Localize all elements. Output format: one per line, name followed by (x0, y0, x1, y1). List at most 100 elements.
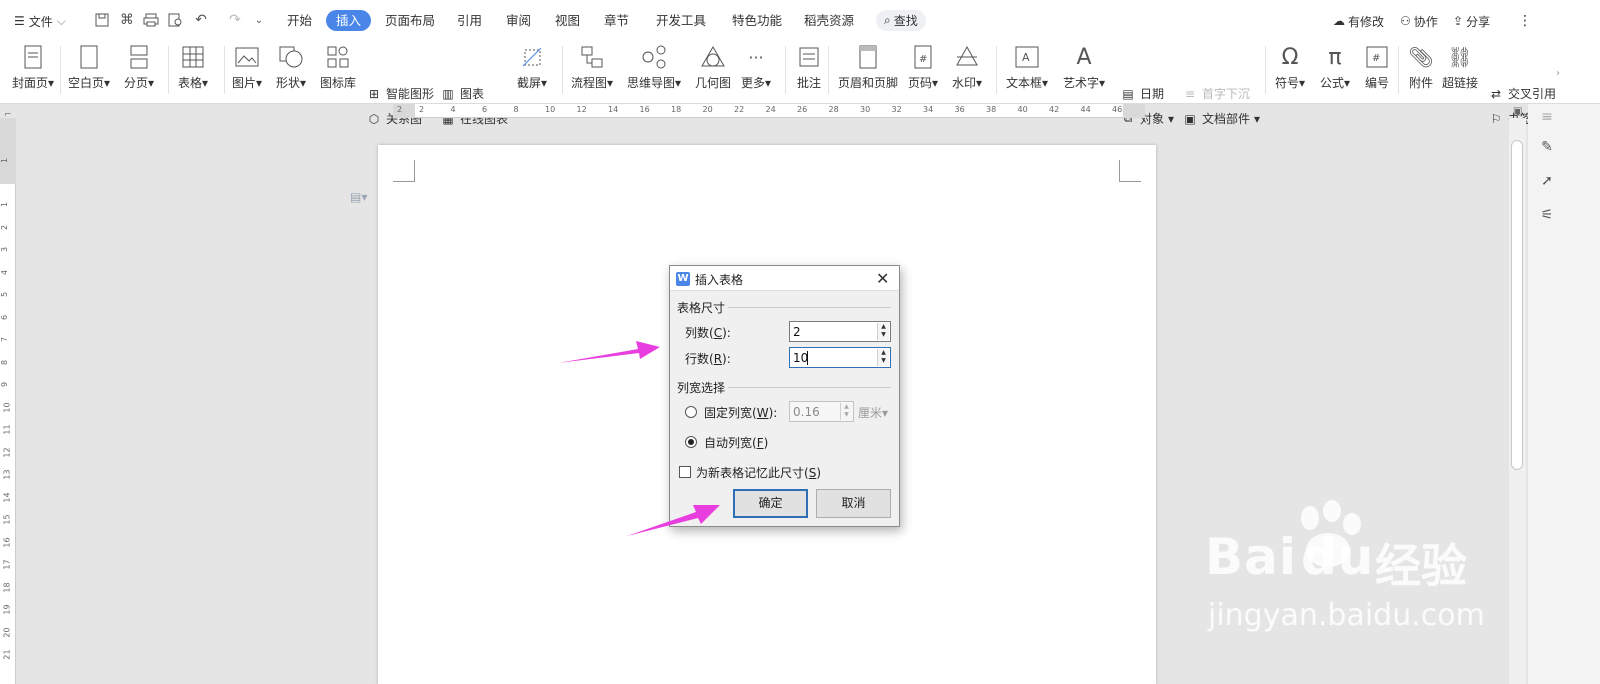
tab-insert[interactable]: 插入 (326, 10, 372, 31)
horizontal-ruler[interactable]: 2 2 4 6 8 10 12 14 16 18 20 22 24 26 28 30 32 34 36 38 40 42 4… (393, 104, 1145, 118)
share-button[interactable]: ⇪ 分享 (1453, 11, 1490, 31)
table-button[interactable]: 表格▾ (178, 40, 208, 91)
more-options-icon[interactable]: ⋮ (1518, 11, 1532, 31)
textbox-button[interactable]: A 文本框▾ (1006, 40, 1048, 91)
annotation-arrow-rows (558, 341, 660, 363)
undo-icon[interactable]: ↶ (192, 11, 210, 29)
ribbon-divider (828, 46, 829, 94)
ruler-tick-label: 6 (482, 105, 488, 114)
screenshot-button[interactable]: 截屏▾ (517, 40, 547, 91)
tab-special[interactable]: 特色功能 (722, 10, 792, 31)
ruler-tick-label: 40 (1017, 105, 1028, 114)
cover-page-button[interactable]: 封面页▾ (12, 40, 54, 91)
fixed-width-radio[interactable] (685, 406, 697, 418)
tab-developer[interactable]: 开发工具 (646, 10, 716, 31)
auto-width-radio[interactable] (685, 436, 697, 448)
spin-down-icon[interactable]: ▼ (878, 357, 889, 365)
dropcap-button[interactable]: ≡ 首字下沉 (1182, 85, 1250, 102)
attachment-button[interactable]: 📎︎ 附件 (1408, 40, 1434, 91)
table-size-group-label: 表格尺寸 (677, 301, 726, 315)
scrollbar-thumb[interactable] (1511, 140, 1523, 470)
tab-home[interactable]: 开始 (277, 10, 322, 31)
ruler-tick-label: 7 (0, 336, 10, 343)
print-preview-icon[interactable] (167, 11, 185, 29)
close-icon[interactable]: ✕ (876, 269, 889, 288)
annotation-arrow-ok (627, 505, 720, 536)
tab-references[interactable]: 引用 (447, 10, 492, 31)
wordart-button[interactable]: A 艺术字▾ (1063, 40, 1105, 91)
tab-section[interactable]: 章节 (594, 10, 639, 31)
panel-menu-icon[interactable]: ≡ (1538, 108, 1556, 126)
spin-down-icon[interactable]: ▼ (841, 411, 852, 419)
picture-button[interactable]: 图片▾ (232, 40, 262, 91)
unit-select[interactable]: 厘米▾ (858, 404, 888, 421)
comment-button[interactable]: 批注 (796, 40, 822, 91)
cancel-button[interactable]: 取消 (816, 489, 891, 518)
tab-docer[interactable]: 稻壳资源 (794, 10, 864, 31)
date-button[interactable]: ▤ 日期 (1120, 85, 1164, 102)
format-painter-icon[interactable]: ⌘ (118, 11, 136, 29)
column-width-group-label: 列宽选择 (677, 381, 726, 395)
modified-button[interactable]: ☁ 有修改 (1333, 11, 1384, 31)
hyperlink-button[interactable]: ⛓︎ 超链接 (1442, 40, 1478, 91)
blank-page-button[interactable]: 空白页▾ (68, 40, 110, 91)
chart-button[interactable]: ▥ 图表 (440, 85, 484, 102)
numbering-button[interactable]: # 编号 (1364, 40, 1390, 91)
chevron-down-icon: ⌵ (56, 13, 66, 28)
pi-icon: π (1328, 44, 1342, 70)
flowchart-button[interactable]: 流程图▾ (571, 40, 613, 91)
spin-up-icon[interactable]: ▲ (878, 349, 889, 357)
geometry-button[interactable]: 几何图 (695, 40, 731, 91)
pen-icon[interactable]: ✎ (1538, 138, 1556, 156)
settings-sliders-icon[interactable]: ⚟ (1538, 206, 1556, 224)
vertical-ruler[interactable]: 1 1 2 3 4 5 6 7 8 9 10 11 12 13 14 15 16 17 18 19 20 21 (0, 118, 16, 684)
watermark-button[interactable]: 水印▾ (952, 40, 982, 91)
ruler-tick-label: 10 (2, 401, 12, 413)
file-menu[interactable]: ☰ 文件 ⌵ (14, 11, 66, 31)
spin-up-icon[interactable]: ▲ (878, 323, 889, 331)
crossref-button[interactable]: ⇄ 交叉引用 (1488, 85, 1556, 102)
ribbon-scroll-right-icon[interactable]: › (1556, 48, 1566, 100)
comment-icon (796, 44, 822, 70)
print-icon[interactable] (142, 11, 160, 29)
formula-button[interactable]: π 公式▾ (1320, 40, 1350, 91)
docpart-button[interactable]: ▣ 文档部件 ▾ (1182, 110, 1260, 127)
bookmark-icon: ⚐ (1490, 111, 1502, 126)
customize-chevron-icon[interactable]: ⌄ (250, 11, 268, 29)
crossref-icon: ⇄ (1490, 86, 1502, 101)
spin-up-icon[interactable]: ▲ (841, 403, 852, 411)
collab-button[interactable]: ⚇ 协作 (1400, 11, 1438, 31)
ruler-tick-label: 20 (2, 626, 12, 638)
watermark-brand: Baidu (1205, 528, 1375, 586)
header-footer-button[interactable]: 页眉和页脚 (838, 40, 898, 91)
redo-icon[interactable]: ↷ (226, 11, 244, 29)
user-icon: ⚇ (1400, 14, 1411, 28)
shape-button[interactable]: 形状▾ (276, 40, 306, 91)
ruler-tick-label: 10 (545, 105, 556, 114)
paragraph-options-icon[interactable]: ▤▾ (350, 190, 367, 204)
dropcap-icon: ≡ (1184, 86, 1196, 101)
smartart-button[interactable]: ⊞ 智能图形 (366, 85, 434, 102)
tab-view[interactable]: 视图 (545, 10, 590, 31)
page-number-button[interactable]: # 页码▾ (908, 40, 938, 91)
more-button[interactable]: ··· 更多▾ (741, 40, 771, 91)
rows-stepper[interactable]: 10 ▲ ▼ (789, 347, 891, 368)
table-icon (180, 44, 206, 70)
ribbon-divider (1398, 46, 1399, 94)
spin-down-icon[interactable]: ▼ (878, 331, 889, 339)
fixed-width-input[interactable]: 0.16 ▲ ▼ (789, 401, 854, 422)
cursor-icon[interactable]: ➚ (1538, 172, 1556, 190)
icon-library-button[interactable]: 图标库 (320, 40, 356, 91)
tab-review[interactable]: 审阅 (496, 10, 541, 31)
ribbon-divider (224, 46, 225, 94)
mindmap-button[interactable]: 思维导图▾ (627, 40, 681, 91)
columns-stepper[interactable]: 2 ▲ ▼ (789, 321, 891, 342)
tab-page-layout[interactable]: 页面布局 (375, 10, 445, 31)
save-icon[interactable] (93, 11, 111, 29)
search-box[interactable]: ⌕ 查找 (876, 10, 926, 31)
page-break-button[interactable]: 分页▾ (124, 40, 154, 91)
remember-size-checkbox[interactable] (679, 466, 691, 478)
scroll-top-icon[interactable]: ▣ (1513, 106, 1522, 117)
ok-button[interactable]: 确定 (733, 489, 808, 518)
symbol-button[interactable]: Ω 符号▾ (1275, 40, 1305, 91)
